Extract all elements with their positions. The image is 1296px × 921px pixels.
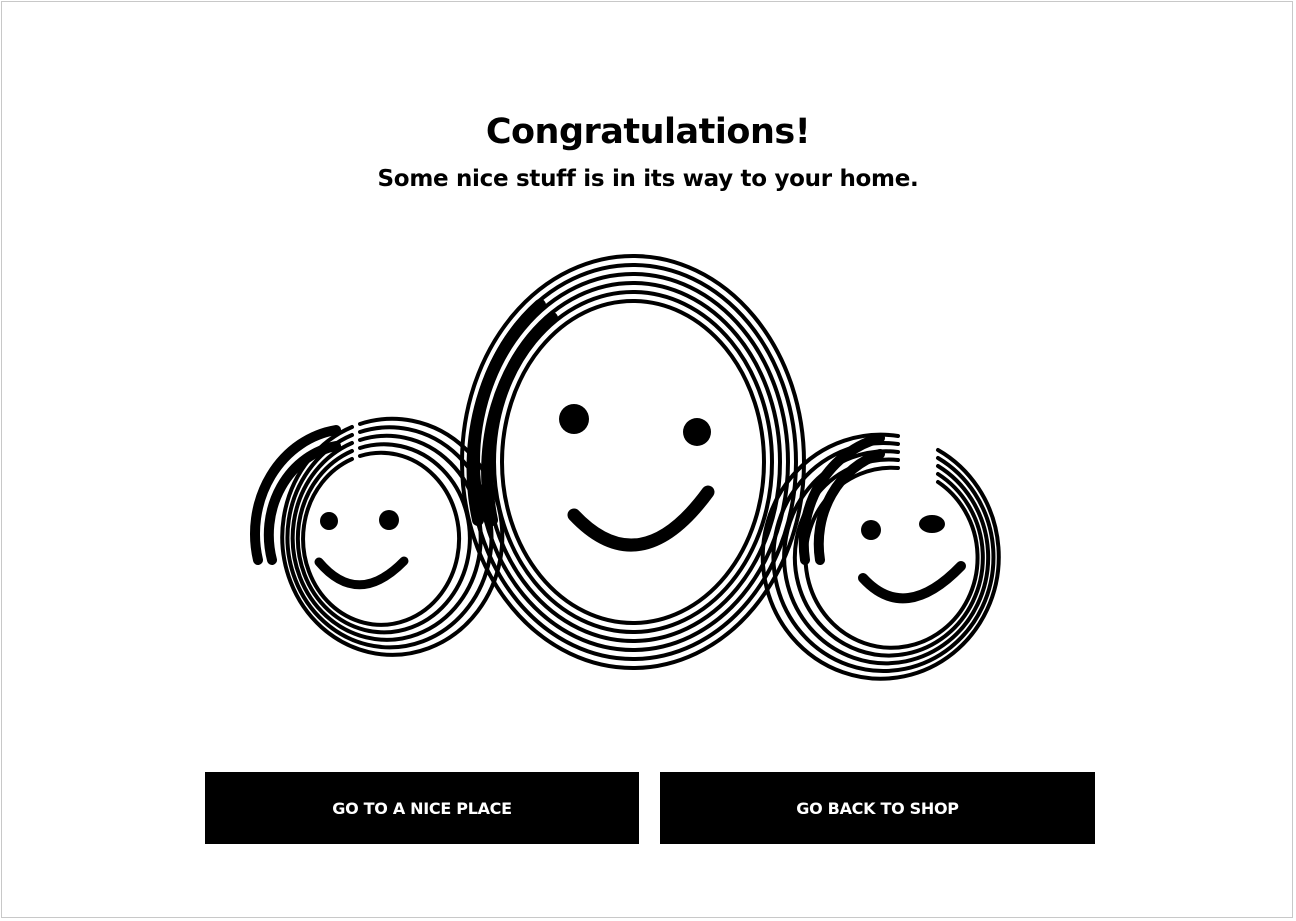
go-to-nice-place-button[interactable]: GO TO A NICE PLACE (205, 772, 639, 844)
go-back-to-shop-button[interactable]: GO BACK TO SHOP (660, 772, 1095, 844)
page-subtitle: Some nice stuff is in its way to your ho… (377, 166, 919, 192)
page-title: Congratulations! (485, 112, 811, 152)
